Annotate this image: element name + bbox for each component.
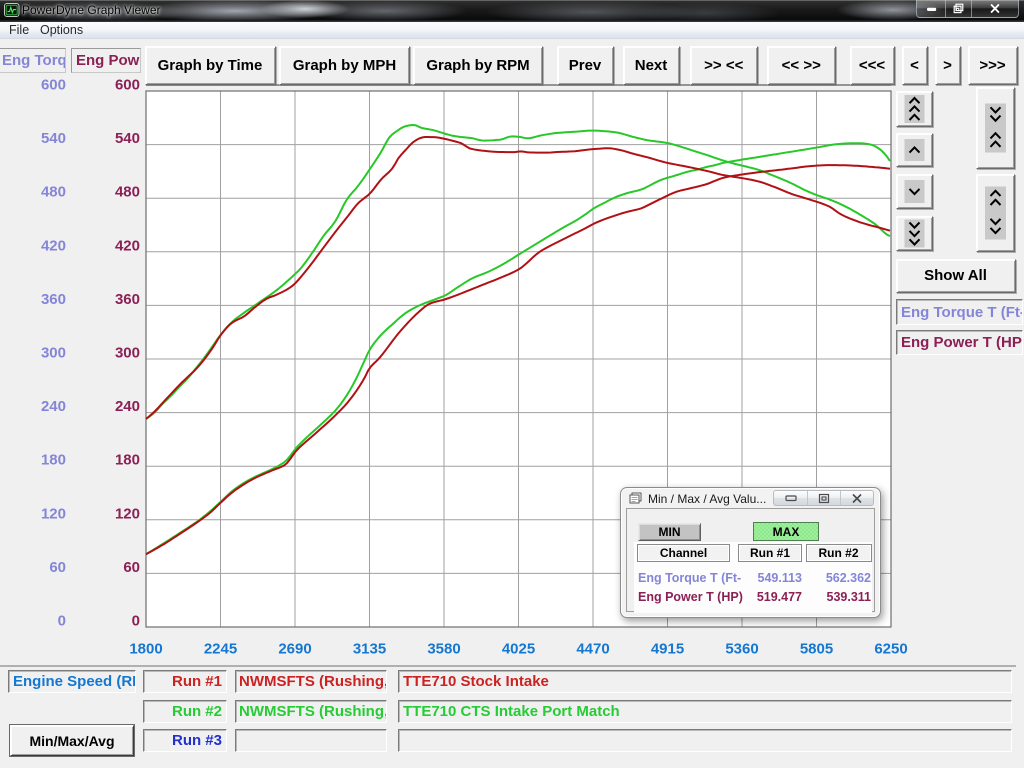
svg-text:300: 300 xyxy=(115,345,140,362)
svg-text:180: 180 xyxy=(115,452,140,469)
svg-text:5360: 5360 xyxy=(725,641,758,658)
svg-text:6250: 6250 xyxy=(874,641,907,658)
svg-text:480: 480 xyxy=(41,184,66,201)
svg-text:540: 540 xyxy=(41,130,66,147)
svg-text:240: 240 xyxy=(41,398,66,415)
svg-text:360: 360 xyxy=(115,291,140,308)
svg-text:2245: 2245 xyxy=(204,641,237,658)
svg-text:120: 120 xyxy=(115,505,140,522)
svg-text:600: 600 xyxy=(115,77,140,94)
svg-text:4025: 4025 xyxy=(502,641,535,658)
svg-text:540: 540 xyxy=(115,130,140,147)
svg-text:420: 420 xyxy=(115,237,140,254)
svg-text:240: 240 xyxy=(115,398,140,415)
svg-text:480: 480 xyxy=(115,184,140,201)
svg-text:420: 420 xyxy=(41,237,66,254)
svg-text:1800: 1800 xyxy=(129,641,162,658)
svg-text:60: 60 xyxy=(123,559,140,576)
svg-text:360: 360 xyxy=(41,291,66,308)
svg-text:4915: 4915 xyxy=(651,641,684,658)
svg-text:60: 60 xyxy=(49,559,66,576)
svg-text:180: 180 xyxy=(41,452,66,469)
svg-text:300: 300 xyxy=(41,345,66,362)
svg-text:3135: 3135 xyxy=(353,641,386,658)
svg-text:0: 0 xyxy=(58,613,66,630)
svg-text:2690: 2690 xyxy=(278,641,311,658)
svg-text:3580: 3580 xyxy=(427,641,460,658)
svg-text:120: 120 xyxy=(41,505,66,522)
svg-text:4470: 4470 xyxy=(576,641,609,658)
svg-text:0: 0 xyxy=(132,613,140,630)
svg-text:600: 600 xyxy=(41,77,66,94)
svg-text:5805: 5805 xyxy=(800,641,833,658)
